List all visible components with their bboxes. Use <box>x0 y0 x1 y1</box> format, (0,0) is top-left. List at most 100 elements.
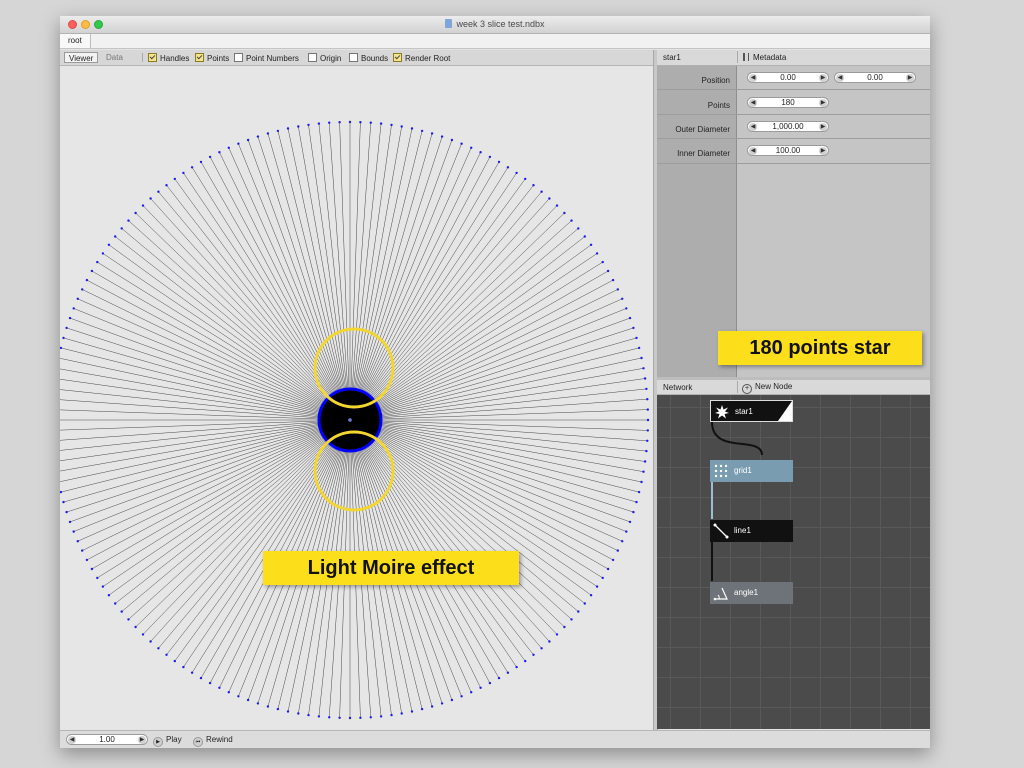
window-title-text: week 3 slice test.ndbx <box>456 19 545 29</box>
toggle-bounds[interactable]: Bounds <box>349 53 389 63</box>
checkbox-point-numbers[interactable] <box>234 53 243 62</box>
star-point <box>256 702 260 705</box>
points-field[interactable]: ◀ 180 ▶ <box>747 97 829 108</box>
star-point <box>410 710 414 713</box>
star-point <box>96 260 99 264</box>
increment-icon[interactable]: ▶ <box>819 147 827 155</box>
star-point <box>134 211 137 215</box>
tab-data[interactable]: Data <box>102 52 127 63</box>
toggle-origin[interactable]: Origin <box>308 53 341 63</box>
star-point <box>646 429 649 432</box>
new-node-button[interactable]: + New Node <box>742 382 792 394</box>
star-point <box>141 204 145 207</box>
star-point <box>635 500 638 504</box>
inner-diameter-field[interactable]: ◀ 100.00 ▶ <box>747 145 829 156</box>
star-point <box>199 160 203 164</box>
param-row-divider <box>657 114 930 115</box>
increment-icon[interactable]: ▶ <box>138 736 146 744</box>
star-point <box>628 520 632 524</box>
increment-icon[interactable]: ▶ <box>906 74 914 82</box>
breadcrumb-root[interactable]: root <box>60 34 91 48</box>
star-point <box>632 510 635 514</box>
star-point <box>317 715 321 718</box>
star-point <box>173 177 176 181</box>
star-point <box>400 125 403 128</box>
star-point <box>479 686 482 689</box>
decrement-icon[interactable]: ◀ <box>749 99 757 107</box>
position-y-field[interactable]: ◀ 0.00 ▶ <box>834 72 916 83</box>
decrement-icon[interactable]: ◀ <box>836 74 844 82</box>
toggle-point-numbers[interactable]: Point Numbers <box>234 53 299 63</box>
star-point <box>348 716 352 720</box>
position-y-value: 0.00 <box>867 73 883 82</box>
decrement-icon[interactable]: ◀ <box>749 147 757 155</box>
star-point <box>317 122 321 125</box>
checkbox-points[interactable] <box>195 53 204 62</box>
toggle-handles[interactable]: Handles <box>148 53 189 63</box>
viewer-canvas[interactable]: Light Moire effect <box>60 66 653 729</box>
outer-diameter-field[interactable]: ◀ 1,000.00 ▶ <box>747 121 829 132</box>
star-point <box>506 671 510 674</box>
metadata-button[interactable]: Metadata <box>743 53 786 62</box>
line-icon <box>713 523 729 539</box>
star-point <box>237 695 240 698</box>
center-handle[interactable] <box>348 418 352 422</box>
toggle-points-label: Points <box>207 54 230 63</box>
play-button[interactable]: ▶ Play <box>153 734 182 747</box>
star-point <box>379 715 383 718</box>
star-point <box>460 695 463 698</box>
star-point <box>646 408 649 411</box>
rewind-button[interactable]: ⏮ Rewind <box>193 734 233 747</box>
param-label-position: Position <box>701 76 730 85</box>
checkbox-render-root[interactable] <box>393 53 402 62</box>
network-connections <box>711 421 763 581</box>
node-grid1[interactable]: grid1 <box>710 460 793 482</box>
network-title: Network <box>663 383 693 392</box>
checkbox-origin[interactable] <box>308 53 317 62</box>
increment-icon[interactable]: ▶ <box>819 99 827 107</box>
checkbox-handles[interactable] <box>148 53 157 62</box>
star-point <box>583 235 586 238</box>
star-point <box>81 549 84 552</box>
header-separator <box>737 51 738 63</box>
toolbar-separator <box>142 53 143 62</box>
decrement-icon[interactable]: ◀ <box>749 123 757 131</box>
star-point <box>76 540 79 543</box>
star-point <box>635 336 638 340</box>
star-point <box>400 712 403 715</box>
star-point <box>276 707 280 711</box>
position-x-field[interactable]: ◀ 0.00 ▶ <box>747 72 829 83</box>
frame-field[interactable]: ◀ 1.00 ▶ <box>66 734 148 745</box>
star-point <box>256 135 260 138</box>
toggle-points[interactable]: Points <box>195 53 230 63</box>
star-point <box>577 227 580 230</box>
checkbox-bounds[interactable] <box>349 53 358 62</box>
decrement-icon[interactable]: ◀ <box>68 736 76 744</box>
param-row-divider <box>657 163 930 164</box>
param-label-points: Points <box>707 101 730 110</box>
star-point <box>101 252 105 255</box>
star-point <box>307 123 310 127</box>
angle-icon <box>713 587 728 601</box>
star-point <box>173 659 176 663</box>
node-angle1[interactable]: angle1 <box>710 582 793 604</box>
star-point <box>134 625 137 629</box>
star-point <box>640 356 643 360</box>
decrement-icon[interactable]: ◀ <box>749 74 757 82</box>
star-point <box>555 204 559 207</box>
tab-viewer[interactable]: Viewer <box>64 52 99 63</box>
node-star1[interactable]: star1 <box>710 400 793 422</box>
star-point <box>141 633 145 636</box>
star-point <box>81 288 84 291</box>
param-label-inner-diameter: Inner Diameter <box>677 149 730 158</box>
star-point <box>637 346 641 350</box>
toggle-bounds-label: Bounds <box>361 54 389 63</box>
star-point <box>127 219 130 222</box>
network-canvas[interactable]: star1 grid1 line1 angle1 <box>657 395 930 729</box>
increment-icon[interactable]: ▶ <box>819 74 827 82</box>
star-point <box>548 640 551 643</box>
star-point <box>165 184 168 187</box>
toggle-render-root[interactable]: Render Root <box>393 53 450 63</box>
increment-icon[interactable]: ▶ <box>819 123 827 131</box>
node-line1[interactable]: line1 <box>710 520 793 542</box>
